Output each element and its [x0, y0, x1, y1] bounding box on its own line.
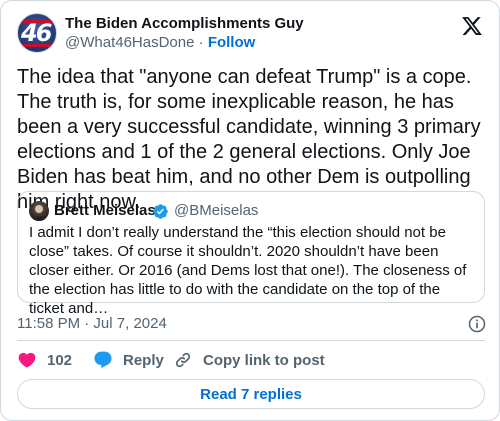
follow-button[interactable]: Follow — [208, 34, 256, 51]
tweet-timestamp[interactable]: 11:58 PM · Jul 7, 2024 — [17, 314, 167, 333]
like-button[interactable]: 102 — [17, 349, 72, 371]
person-silhouette-icon — [32, 205, 46, 221]
quoted-tweet-text: I admit I don’t really understand the “t… — [29, 224, 467, 317]
quoted-author-avatar — [29, 201, 49, 221]
tweet-actions: 102 Reply Copy link to post — [17, 349, 485, 371]
copy-link-label: Copy link to post — [203, 351, 325, 369]
reply-button[interactable]: Reply — [93, 349, 164, 371]
author-handle-row: @What46HasDone · Follow — [65, 33, 304, 53]
author-avatar[interactable]: 46 — [17, 13, 57, 53]
info-icon[interactable] — [467, 314, 487, 334]
reply-label: Reply — [123, 351, 164, 369]
link-icon — [175, 352, 191, 368]
copy-link-button[interactable]: Copy link to post — [173, 349, 325, 371]
verified-badge-icon — [153, 204, 168, 219]
divider — [17, 340, 485, 341]
quoted-author-name: Brett Meiselas — [54, 202, 156, 219]
like-count: 102 — [47, 351, 73, 369]
author-handle[interactable]: @What46HasDone — [65, 34, 194, 51]
author-display-name[interactable]: The Biden Accomplishments Guy — [65, 14, 304, 33]
quoted-tweet[interactable]: Brett Meiselas @BMeiselas I admit I don’… — [17, 191, 485, 317]
avatar-number: 46 — [21, 19, 52, 47]
tweet-header: 46 The Biden Accomplishments Guy @What46… — [17, 13, 485, 57]
read-replies-button[interactable]: Read 7 replies — [17, 379, 485, 409]
author-info: The Biden Accomplishments Guy @What46Has… — [65, 14, 304, 53]
quoted-author-handle: @BMeiselas — [174, 202, 259, 219]
x-logo-icon[interactable] — [461, 15, 483, 37]
handle-separator: · — [194, 34, 208, 51]
reply-bubble-icon — [94, 351, 112, 369]
heart-icon — [18, 352, 36, 368]
tweet-embed-card: 46 The Biden Accomplishments Guy @What46… — [0, 0, 500, 421]
